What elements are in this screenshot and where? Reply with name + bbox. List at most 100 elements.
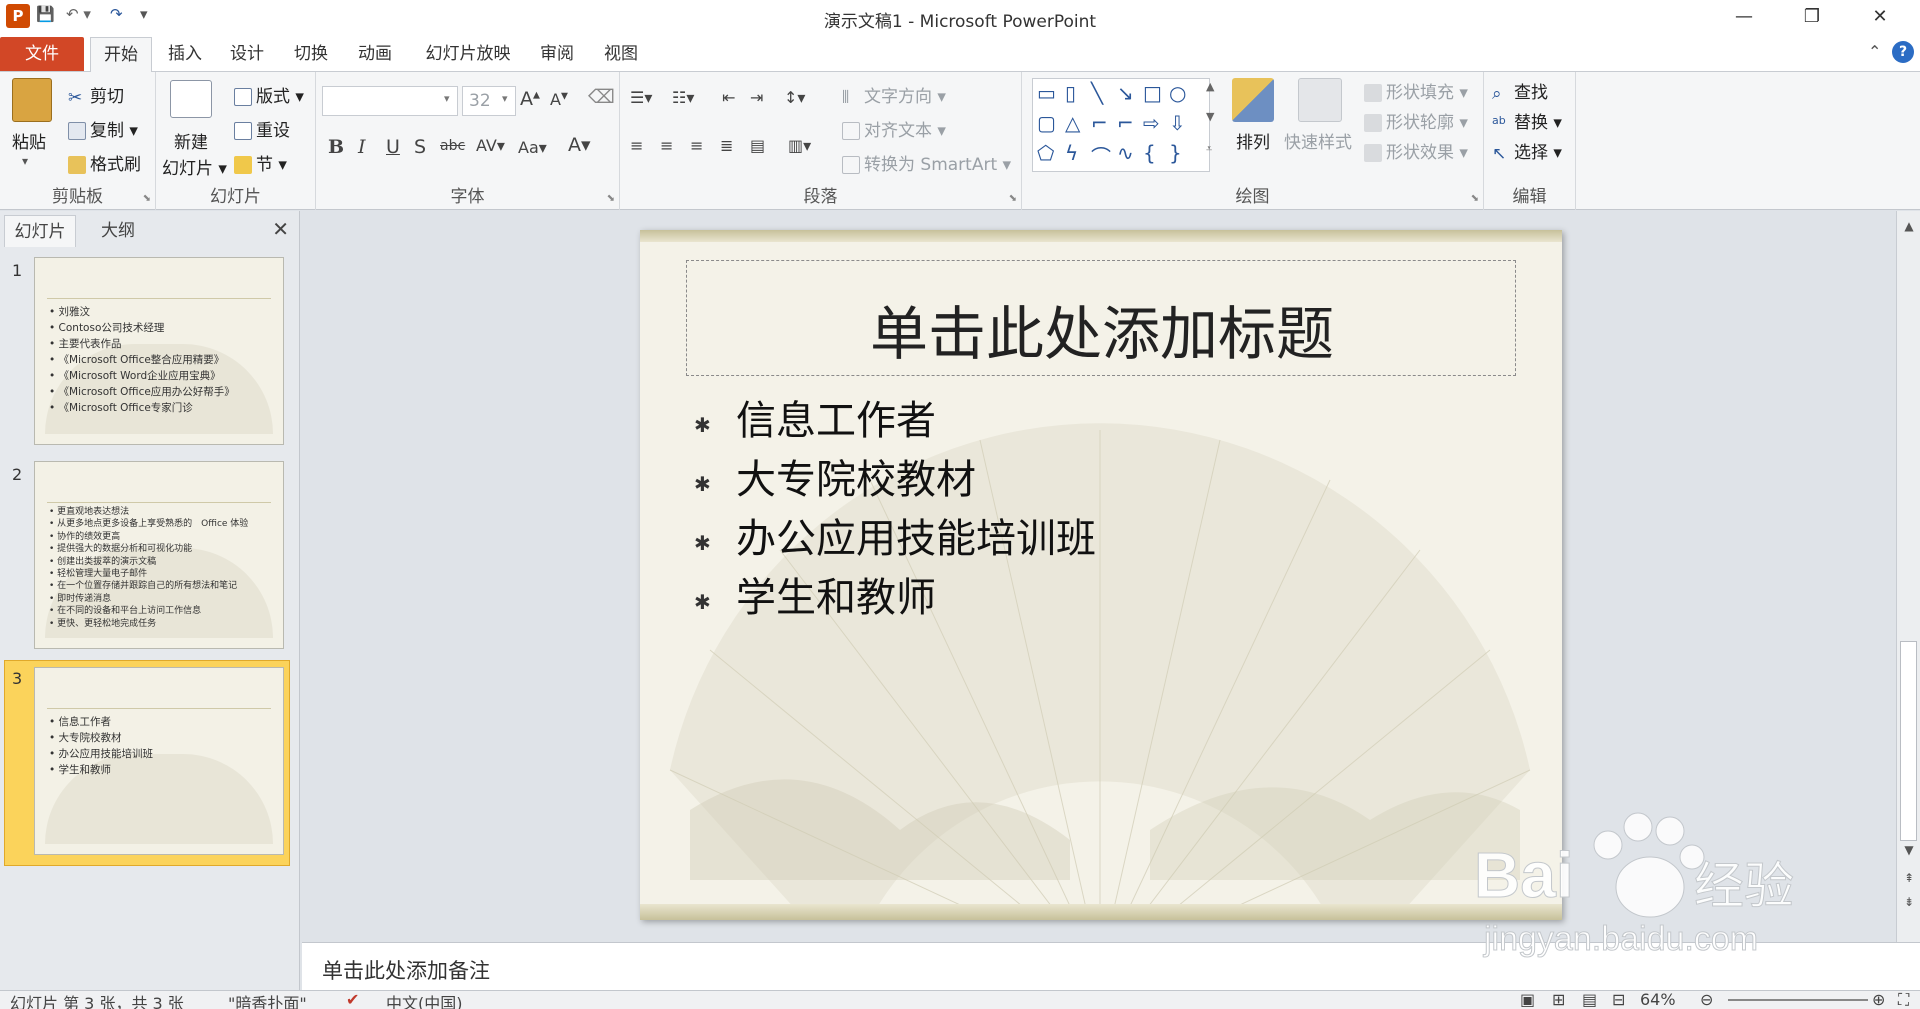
change-case-icon[interactable]: Aa▾ bbox=[518, 138, 547, 157]
tab-view[interactable]: 视图 bbox=[596, 37, 646, 72]
current-slide[interactable]: 单击此处添加标题 信息工作者 大专院校教材 办公应用技能培训班 学生和教师 bbox=[640, 230, 1562, 920]
rounded-rect-icon[interactable]: ▢ bbox=[1037, 111, 1056, 135]
theme-name[interactable]: "暗香扑面" bbox=[228, 990, 307, 1009]
zoom-out-icon[interactable]: ⊖ bbox=[1700, 990, 1713, 1009]
drawing-launcher-icon[interactable]: ⬊ bbox=[1471, 193, 1479, 204]
strikethrough-icon[interactable]: abc bbox=[440, 138, 465, 154]
save-icon[interactable]: 💾 bbox=[36, 5, 55, 27]
justify-icon[interactable]: ≣ bbox=[720, 136, 733, 155]
slide-thumbnail-1[interactable]: 刘雅汶 Contoso公司技术经理 主要代表作品 《Microsoft Offi… bbox=[34, 257, 284, 445]
shadow-icon[interactable]: S bbox=[414, 136, 426, 158]
undo-icon[interactable]: ↶ ▾ bbox=[66, 5, 91, 27]
paste-button[interactable]: 粘贴 bbox=[12, 128, 46, 153]
layout-button[interactable]: 版式 ▾ bbox=[234, 82, 304, 107]
spellcheck-icon[interactable]: ✔ bbox=[346, 990, 359, 1009]
arrange-icon[interactable] bbox=[1232, 78, 1274, 122]
line-spacing-icon[interactable]: ↕▾ bbox=[784, 88, 805, 107]
slideshow-view-icon[interactable]: ⊟ bbox=[1612, 990, 1625, 1009]
oval-shape-icon[interactable]: ○ bbox=[1169, 81, 1186, 105]
decrease-indent-icon[interactable]: ⇤ bbox=[722, 88, 735, 107]
shapes-gallery[interactable]: ▭ ▯ ╲ ↘ □ ○ ▢ △ ⌐ ⌐ ⇨ ⇩ ⬠ ϟ ⌒ ∿ { } bbox=[1032, 78, 1210, 172]
convert-smartart-button[interactable]: 转换为 SmartArt ▾ bbox=[842, 150, 1011, 175]
help-icon[interactable]: ? bbox=[1892, 41, 1914, 63]
customize-qat-icon[interactable]: ▾ bbox=[140, 5, 148, 27]
zoom-slider[interactable] bbox=[1728, 999, 1868, 1001]
slide-thumbnail-2[interactable]: 更直观地表达想法 从更多地点更多设备上享受熟悉的 Office 体验 协作的绩效… bbox=[34, 461, 284, 649]
fit-to-window-icon[interactable]: ⛶ bbox=[1898, 990, 1909, 1009]
section-button[interactable]: 节 ▾ bbox=[234, 150, 287, 175]
underline-icon[interactable]: U bbox=[386, 136, 400, 158]
arrow-line-icon[interactable]: ↘ bbox=[1117, 81, 1134, 105]
character-spacing-icon[interactable]: AV▾ bbox=[476, 136, 505, 155]
down-arrow-shape-icon[interactable]: ⇩ bbox=[1169, 111, 1186, 135]
slide-content-bullets[interactable]: 信息工作者 大专院校教材 办公应用技能培训班 学生和教师 bbox=[694, 392, 1096, 632]
vertical-scrollbar[interactable]: ▲ ▼ ⇞ ⇟ bbox=[1896, 211, 1920, 942]
quick-styles-button[interactable]: 快速样式 bbox=[1284, 128, 1352, 153]
lightning-icon[interactable]: ϟ bbox=[1065, 141, 1078, 165]
tab-review[interactable]: 审阅 bbox=[532, 37, 582, 72]
scribble-icon[interactable]: ∿ bbox=[1117, 141, 1134, 165]
restore-button[interactable]: ❐ bbox=[1784, 0, 1840, 34]
clipboard-launcher-icon[interactable]: ⬊ bbox=[143, 193, 151, 204]
grow-font-icon[interactable]: A▲ bbox=[520, 88, 540, 110]
arrange-button[interactable]: 排列 bbox=[1236, 128, 1270, 153]
scroll-up-icon[interactable]: ▲ bbox=[1897, 219, 1920, 233]
vertical-textbox-icon[interactable]: ▯ bbox=[1065, 81, 1076, 105]
align-text-button[interactable]: 对齐文本 ▾ bbox=[842, 116, 946, 141]
collapse-ribbon-icon[interactable]: ⌃ bbox=[1868, 42, 1881, 61]
font-size-dropdown-icon[interactable]: ▾ bbox=[502, 92, 508, 105]
rectangle-shape-icon[interactable]: □ bbox=[1143, 81, 1162, 105]
next-slide-icon[interactable]: ⇟ bbox=[1897, 895, 1920, 909]
tab-home[interactable]: 开始 bbox=[90, 37, 152, 72]
find-button[interactable]: ⌕ 查找 bbox=[1492, 78, 1548, 104]
format-painter-button[interactable]: 格式刷 bbox=[68, 150, 141, 175]
title-placeholder[interactable]: 单击此处添加标题 bbox=[686, 260, 1516, 376]
font-launcher-icon[interactable]: ⬊ bbox=[607, 193, 615, 204]
powerpoint-app-icon[interactable]: P bbox=[6, 4, 30, 28]
slide-thumbnail-3[interactable]: 信息工作者 大专院校教材 办公应用技能培训班 学生和教师 bbox=[34, 667, 284, 855]
font-name-dropdown-icon[interactable]: ▾ bbox=[444, 92, 450, 105]
reading-view-icon[interactable]: ▤ bbox=[1582, 990, 1597, 1009]
zoom-level[interactable]: 64% bbox=[1640, 990, 1676, 1009]
elbow-connector-icon[interactable]: ⌐ bbox=[1117, 111, 1134, 135]
redo-icon[interactable]: ↷ bbox=[110, 5, 123, 27]
connector-icon[interactable]: ⌐ bbox=[1091, 111, 1108, 135]
increase-indent-icon[interactable]: ⇥ bbox=[750, 88, 763, 107]
align-center-icon[interactable]: ≡ bbox=[660, 136, 673, 155]
close-pane-icon[interactable]: ✕ bbox=[272, 217, 289, 241]
freeform-icon[interactable]: ⬠ bbox=[1037, 141, 1054, 165]
right-arrow-shape-icon[interactable]: ⇨ bbox=[1143, 111, 1160, 135]
font-name-input[interactable] bbox=[322, 86, 458, 116]
slide-sorter-icon[interactable]: ⊞ bbox=[1552, 990, 1565, 1009]
textbox-shape-icon[interactable]: ▭ bbox=[1037, 81, 1056, 105]
numbering-icon[interactable]: ☷▾ bbox=[672, 88, 694, 107]
paragraph-launcher-icon[interactable]: ⬊ bbox=[1009, 193, 1017, 204]
curve-icon[interactable]: ⌒ bbox=[1091, 141, 1111, 170]
quick-styles-icon[interactable] bbox=[1298, 78, 1342, 122]
shrink-font-icon[interactable]: A▼ bbox=[550, 90, 568, 109]
cut-button[interactable]: ✂ 剪切 bbox=[68, 82, 124, 108]
scroll-down-icon[interactable]: ▼ bbox=[1897, 843, 1920, 857]
paste-dropdown-icon[interactable]: ▾ bbox=[22, 154, 28, 168]
normal-view-icon[interactable]: ▣ bbox=[1520, 990, 1535, 1009]
language[interactable]: 中文(中国) bbox=[386, 990, 463, 1009]
shape-effects-button[interactable]: 形状效果 ▾ bbox=[1364, 138, 1468, 163]
tab-outline-pane[interactable]: 大纲 bbox=[82, 215, 154, 247]
align-right-icon[interactable]: ≡ bbox=[690, 136, 703, 155]
tab-transitions[interactable]: 切换 bbox=[286, 37, 336, 72]
distributed-icon[interactable]: ▤ bbox=[750, 136, 765, 155]
clear-formatting-icon[interactable]: ⌫ bbox=[588, 86, 615, 108]
gallery-down-icon[interactable]: ▼ bbox=[1206, 110, 1214, 123]
copy-button[interactable]: 复制 ▾ bbox=[68, 116, 138, 141]
font-color-icon[interactable]: A▾ bbox=[568, 134, 591, 156]
tab-design[interactable]: 设计 bbox=[222, 37, 272, 72]
replace-button[interactable]: ab 替换 ▾ bbox=[1492, 108, 1562, 133]
gallery-more-icon[interactable]: ⩡ bbox=[1206, 142, 1212, 156]
reset-button[interactable]: 重设 bbox=[234, 116, 290, 141]
select-button[interactable]: ↖ 选择 ▾ bbox=[1492, 138, 1562, 164]
previous-slide-icon[interactable]: ⇞ bbox=[1897, 871, 1920, 885]
bullets-icon[interactable]: ☰▾ bbox=[630, 88, 652, 107]
columns-icon[interactable]: ▥▾ bbox=[788, 136, 811, 155]
shape-fill-button[interactable]: 形状填充 ▾ bbox=[1364, 78, 1468, 103]
triangle-shape-icon[interactable]: △ bbox=[1065, 111, 1080, 135]
